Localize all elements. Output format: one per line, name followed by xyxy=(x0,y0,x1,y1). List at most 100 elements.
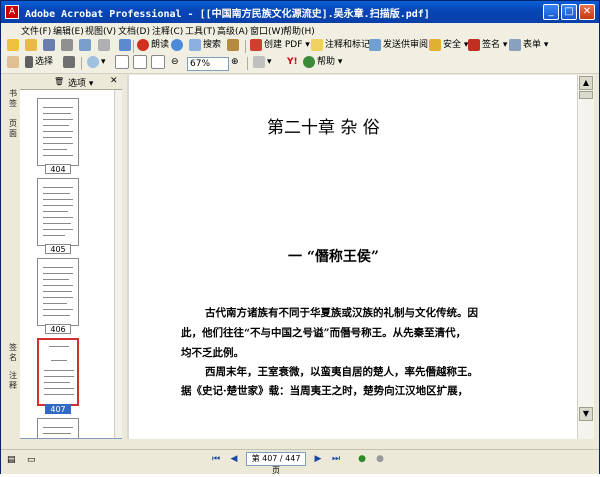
menu-advanced[interactable]: 高级(A) xyxy=(217,24,248,37)
close-button[interactable]: ✕ xyxy=(579,4,595,20)
organize-icon[interactable] xyxy=(79,38,93,52)
menu-comments[interactable]: 注释(C) xyxy=(152,24,183,37)
tab-pages[interactable]: 页面 xyxy=(7,119,19,139)
paragraph-line: 此，他们往往“不与中国之号谥”而僭号称王。从先秦至清代， xyxy=(181,327,467,339)
page-thumbnail[interactable] xyxy=(37,178,79,246)
review-icon xyxy=(369,38,381,51)
snapshot-icon[interactable] xyxy=(63,55,77,69)
back-view-icon[interactable]: ● xyxy=(356,453,368,465)
security-label: 安全 xyxy=(443,40,462,50)
paragraph-line: 均不乏此例。 xyxy=(181,347,244,359)
zoom-in-icon[interactable]: ⊕ xyxy=(231,55,239,69)
sign-label: 签名 xyxy=(482,40,501,50)
zoom-value: 67% xyxy=(190,59,211,69)
lock-icon xyxy=(429,38,441,51)
navigation-tabs: 书签 页面 签名 注释 xyxy=(6,75,21,439)
scroll-thumb[interactable] xyxy=(579,91,593,99)
tab-comments[interactable]: 注释 xyxy=(7,371,19,391)
comment-label: 注释和标记 xyxy=(325,40,371,50)
paragraph-line: 古代南方诸族有不同于华夏族或汉族的礼制与文化传统。因 xyxy=(205,307,478,319)
thumbnail-label[interactable]: 405 xyxy=(45,244,71,254)
select-tool-button[interactable]: 选择 xyxy=(25,55,53,69)
menu-bar: 文件(F) 编辑(E) 视图(V) 文档(D) 注释(C) 工具(T) 高级(A… xyxy=(1,23,599,38)
last-page-icon[interactable]: ⏭ xyxy=(330,453,342,465)
first-page-icon[interactable]: ⏮ xyxy=(210,453,222,465)
menu-tools[interactable]: 工具(T) xyxy=(185,24,216,37)
menu-file[interactable]: 文件(F) xyxy=(21,24,51,37)
layout-icon[interactable]: ▭ xyxy=(27,455,36,465)
zoom-level-field[interactable]: 67% xyxy=(187,57,229,71)
tab-signatures[interactable]: 签名 xyxy=(7,343,19,363)
cursor-icon xyxy=(25,55,33,68)
page-thumbnail[interactable] xyxy=(37,258,79,326)
menu-window[interactable]: 窗口(W) xyxy=(250,24,284,37)
attach-icon[interactable] xyxy=(98,38,112,52)
rotate-icon[interactable]: ▾ xyxy=(253,55,272,69)
forward-view-icon[interactable]: ● xyxy=(374,453,386,465)
paragraph-line: 据《史记·楚世家》载：当周夷王之时，楚势向江汉地区扩展， xyxy=(181,385,469,397)
sign-button[interactable]: 签名 ▾ xyxy=(468,38,507,52)
acrobat-logo-icon: A xyxy=(5,5,19,19)
tools-icon[interactable] xyxy=(227,38,241,52)
page-thumbnail-selected[interactable] xyxy=(37,338,79,406)
trash-icon[interactable]: 🗑 xyxy=(54,77,64,86)
fit-page-icon[interactable] xyxy=(133,55,149,69)
menu-edit[interactable]: 编辑(E) xyxy=(53,24,84,37)
pen-icon xyxy=(468,38,480,51)
acrobat-window: A Adobe Acrobat Professional - [[中国南方民族文… xyxy=(0,0,600,475)
security-button[interactable]: 安全 ▾ xyxy=(429,38,468,52)
page-number-field[interactable]: 第 407 / 447 页 xyxy=(246,452,306,475)
menu-help[interactable]: 帮助(H) xyxy=(283,24,315,37)
search-button[interactable]: 搜索 xyxy=(189,38,221,52)
open-folder-icon[interactable] xyxy=(25,38,39,52)
tab-bookmarks[interactable]: 书签 xyxy=(7,89,19,109)
thumbnail-label[interactable]: 406 xyxy=(45,324,71,334)
previous-page-icon[interactable]: ◀ xyxy=(228,453,240,465)
separator xyxy=(81,57,82,70)
create-pdf-button[interactable]: 创建 PDF ▾ xyxy=(250,38,310,52)
hand-tool-icon[interactable] xyxy=(7,55,21,69)
close-panel-icon[interactable]: ✕ xyxy=(110,76,118,86)
help-icon xyxy=(303,55,315,68)
section-title: 一 “僭称王侯” xyxy=(288,249,379,265)
fit-width-icon[interactable] xyxy=(151,55,167,69)
main-toolbar: 朗读 搜索 创建 PDF ▾ 注释和标记 ▾ 发送供审阅 ▾ 安全 ▾ 签名 ▾… xyxy=(1,38,599,56)
form-button[interactable]: 表单 ▾ xyxy=(509,38,548,52)
secondary-toolbar: 选择 ▾ ⊖ 67% ⊕ ▾ Y! 帮助 ▾ xyxy=(1,55,599,74)
document-scrollbar[interactable]: ▲ ▼ xyxy=(577,75,594,439)
yahoo-icon[interactable]: Y! xyxy=(287,55,298,69)
thumbnail-label-selected[interactable]: 407 xyxy=(45,404,71,414)
read-button[interactable]: 朗读 xyxy=(137,38,169,52)
scroll-down-icon[interactable]: ▼ xyxy=(579,407,593,421)
thumbnail-label[interactable]: 404 xyxy=(45,164,71,174)
help-button[interactable]: 帮助 ▾ xyxy=(303,55,342,69)
separator xyxy=(245,40,246,53)
print-icon[interactable] xyxy=(61,38,75,52)
scroll-up-icon[interactable]: ▲ xyxy=(579,76,593,90)
panel-header: 🗑 选项 ▾ ✕ xyxy=(20,75,122,90)
page-edge xyxy=(127,75,129,439)
thumbnail-list: 404 405 406 407 xyxy=(20,90,114,438)
zoom-tool-icon[interactable]: ▾ xyxy=(87,55,106,69)
chapter-title: 第二十章 杂 俗 xyxy=(267,118,380,138)
menu-view[interactable]: 视图(V) xyxy=(85,24,116,37)
minimize-button[interactable]: _ xyxy=(543,4,559,20)
page-thumbnail[interactable] xyxy=(37,98,79,166)
menu-document[interactable]: 文档(D) xyxy=(118,24,150,37)
email-icon[interactable] xyxy=(119,38,133,52)
select-label: 选择 xyxy=(35,57,54,67)
review-button[interactable]: 发送供审阅 ▾ xyxy=(369,38,435,52)
create-pdf-icon xyxy=(250,38,262,51)
options-menu[interactable]: 选项 ▾ xyxy=(68,76,93,89)
zoom-out-icon[interactable]: ⊖ xyxy=(171,55,179,69)
create-icon[interactable] xyxy=(7,38,21,52)
comment-button[interactable]: 注释和标记 ▾ xyxy=(311,38,377,52)
next-page-icon[interactable]: ▶ xyxy=(312,453,324,465)
title-bar: A Adobe Acrobat Professional - [[中国南方民族文… xyxy=(1,1,599,23)
page-thumbnail[interactable] xyxy=(37,418,79,438)
page-size-icon[interactable]: ▤ xyxy=(7,455,16,465)
actual-size-icon[interactable] xyxy=(115,55,131,69)
globe-icon[interactable] xyxy=(171,38,185,52)
maximize-button[interactable]: □ xyxy=(561,4,577,20)
save-icon[interactable] xyxy=(43,38,57,52)
